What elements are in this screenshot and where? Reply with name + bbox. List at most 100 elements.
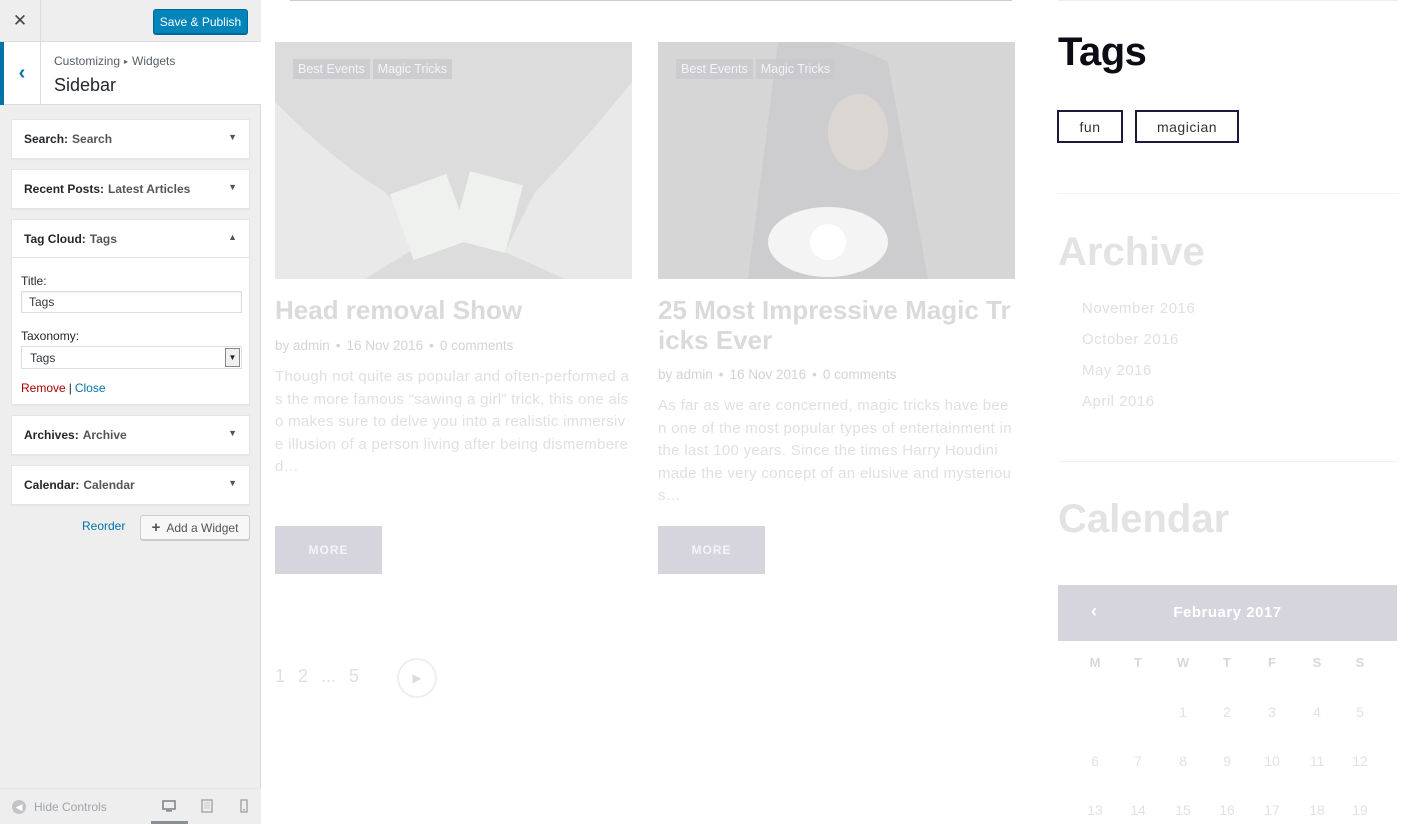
post-comments[interactable]: 0 comments <box>823 367 897 382</box>
breadcrumb-item: Widgets <box>132 54 176 68</box>
archive-link[interactable]: November 2016 <box>1082 298 1195 329</box>
calendar-week: 13 14 15 16 17 18 19 <box>1058 802 1397 824</box>
close-link[interactable]: Close <box>75 381 106 395</box>
calendar-grid: M T W T F S S 1 2 3 4 5 6 7 8 9 10 11 12 13 14 15 16 17 18 19 <box>1058 655 1397 824</box>
tag-link[interactable]: magician <box>1135 110 1239 143</box>
page-link[interactable]: 2 <box>298 666 308 687</box>
calendar-week: 6 7 8 9 10 11 12 <box>1058 753 1397 802</box>
widget-instance-title: Latest Articles <box>108 182 191 196</box>
widget-title[interactable]: Tag Cloud: Tags <box>12 220 249 258</box>
calendar-day: 8 <box>1179 753 1187 769</box>
hide-controls-button[interactable]: ◀ Hide Controls <box>12 800 107 814</box>
divider <box>1058 461 1398 462</box>
add-widget-label: Add a Widget <box>166 520 239 535</box>
mobile-preview-icon[interactable] <box>237 799 251 813</box>
calendar-day: 19 <box>1352 802 1368 818</box>
calendar-day: 2 <box>1223 704 1231 720</box>
widget-archives[interactable]: Archives: Archive ▼ <box>11 415 250 455</box>
hide-controls-label: Hide Controls <box>34 800 107 814</box>
post-card: Best Events Magic Tricks 25 Most Impress… <box>658 0 1015 600</box>
breadcrumb-item: Customizing <box>54 54 121 68</box>
tags-heading: Tags <box>1058 30 1147 74</box>
archive-link[interactable]: October 2016 <box>1082 329 1195 360</box>
collapse-icon: ◀ <box>12 800 26 814</box>
post-title[interactable]: 25 Most Impressive Magic Tricks Ever <box>658 295 1015 355</box>
tag-link[interactable]: fun <box>1057 110 1123 143</box>
page-link[interactable]: 1 <box>275 666 285 687</box>
calendar-day: 6 <box>1091 753 1099 769</box>
widget-actions: Remove | Close <box>21 381 240 395</box>
widget-title[interactable]: Recent Posts: Latest Articles <box>12 170 249 208</box>
widget-type: Search: <box>24 132 69 146</box>
post-author[interactable]: by admin <box>658 367 713 382</box>
calendar-day: 3 <box>1268 704 1276 720</box>
category-chip[interactable]: Best Events <box>293 59 370 79</box>
more-button[interactable]: MORE <box>658 526 765 574</box>
widget-instance-title: Archive <box>82 428 127 442</box>
expand-arrow-icon[interactable]: ▼ <box>228 182 237 192</box>
dropdown-arrow-icon[interactable]: ▼ <box>225 348 240 367</box>
widget-title[interactable]: Search: Search <box>12 120 249 158</box>
post-excerpt: Though not quite as popular and often-pe… <box>275 368 630 475</box>
taxonomy-label: Taxonomy: <box>21 329 80 343</box>
breadcrumb: Customizing ▸ Widgets <box>54 54 175 68</box>
expand-arrow-icon[interactable]: ▼ <box>228 428 237 438</box>
calendar-day: 5 <box>1356 704 1364 720</box>
title-label: Title: <box>21 274 47 288</box>
customizer-footer: ◀ Hide Controls <box>0 788 261 824</box>
post-comments[interactable]: 0 comments <box>440 338 514 353</box>
archive-list: November 2016 October 2016 May 2016 Apri… <box>1082 298 1195 422</box>
close-icon[interactable]: ✕ <box>0 0 41 42</box>
calendar-weekday: S <box>1355 655 1365 670</box>
calendar-day: 7 <box>1134 753 1142 769</box>
post-thumbnail[interactable]: Best Events Magic Tricks <box>658 42 1015 279</box>
category-chip[interactable]: Magic Tricks <box>755 59 836 79</box>
title-input[interactable] <box>21 291 242 313</box>
add-widget-button[interactable]: + Add a Widget <box>140 515 250 540</box>
calendar-day: 1 <box>1179 704 1187 720</box>
calendar-weekday: F <box>1268 655 1276 670</box>
widget-calendar[interactable]: Calendar: Calendar ▼ <box>11 465 250 505</box>
widget-instance-title: Tags <box>89 231 117 246</box>
post-meta: by admin • 16 Nov 2016 • 0 comments <box>658 367 896 382</box>
widget-tag-cloud[interactable]: Tag Cloud: Tags ▲ Title: Taxonomy: Tags … <box>11 219 250 405</box>
calendar-day: 12 <box>1352 753 1368 769</box>
calendar-weekday: M <box>1089 655 1101 670</box>
post-meta: by admin • 16 Nov 2016 • 0 comments <box>275 338 513 353</box>
next-page-icon[interactable]: ▶ <box>397 658 437 698</box>
desktop-preview-icon[interactable] <box>162 799 176 813</box>
widget-instance-title: Calendar <box>83 478 135 492</box>
post-date[interactable]: 16 Nov 2016 <box>730 367 807 382</box>
widget-title[interactable]: Calendar: Calendar <box>12 466 249 504</box>
page-link[interactable]: 5 <box>349 666 359 687</box>
post-thumbnail[interactable]: Best Events Magic Tricks <box>275 42 632 279</box>
calendar-day: 13 <box>1087 802 1103 818</box>
expand-arrow-icon[interactable]: ▼ <box>228 132 237 142</box>
calendar-week: 1 2 3 4 5 <box>1058 704 1397 753</box>
more-button[interactable]: MORE <box>275 526 382 574</box>
tablet-preview-icon[interactable] <box>200 799 214 813</box>
page-ellipsis: ... <box>321 666 337 686</box>
collapse-arrow-icon[interactable]: ▲ <box>228 232 237 242</box>
widget-title[interactable]: Archives: Archive <box>12 416 249 454</box>
customizer-topbar: ✕ Save & Publish <box>0 0 261 42</box>
calendar-day: 10 <box>1264 753 1280 769</box>
back-arrow-icon[interactable]: ‹ <box>0 42 41 105</box>
widget-search[interactable]: Search: Search ▼ <box>11 119 250 159</box>
meta-dot: • <box>429 338 434 353</box>
expand-arrow-icon[interactable]: ▼ <box>228 478 237 488</box>
category-chip[interactable]: Best Events <box>676 59 753 79</box>
widget-recent-posts[interactable]: Recent Posts: Latest Articles ▼ <box>11 169 250 209</box>
taxonomy-select[interactable]: Tags ▼ <box>21 346 242 369</box>
plus-icon: + <box>151 519 161 536</box>
save-publish-button[interactable]: Save & Publish <box>153 9 248 34</box>
category-chip[interactable]: Magic Tricks <box>372 59 453 79</box>
post-author[interactable]: by admin <box>275 338 330 353</box>
calendar-day: 18 <box>1309 802 1325 818</box>
archive-link[interactable]: April 2016 <box>1082 391 1195 422</box>
archive-link[interactable]: May 2016 <box>1082 360 1195 391</box>
post-date[interactable]: 16 Nov 2016 <box>347 338 424 353</box>
post-title[interactable]: Head removal Show <box>275 295 632 325</box>
reorder-link[interactable]: Reorder <box>82 519 125 533</box>
remove-link[interactable]: Remove <box>21 381 66 395</box>
